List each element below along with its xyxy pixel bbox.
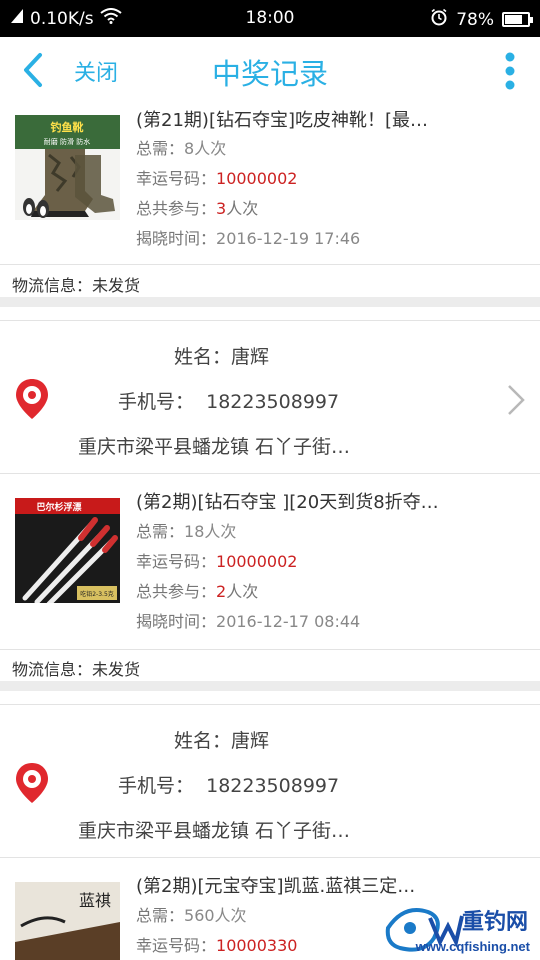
need-row: 总需：8人次 <box>136 139 227 158</box>
record-card[interactable]: 钓鱼靴 耐磨 防滑 防水 (第21期)[钻石夺宝]吃皮神靴！[最… 总需：8人次… <box>0 103 540 298</box>
battery-icon <box>502 12 533 27</box>
nav-bar: 关闭 中奖记录 <box>0 37 540 103</box>
more-menu-button[interactable] <box>502 49 518 93</box>
product-image-subcaption: 耐磨 防滑 防水 <box>44 137 90 146</box>
product-image-caption: 巴尔杉浮漂 <box>36 501 81 513</box>
product-image: 蓝祺 <box>15 882 120 960</box>
alarm-icon <box>430 8 448 31</box>
product-image-subcaption: 吃铅2-3.5克 <box>80 590 114 598</box>
recipient-name: 姓名：唐辉 <box>174 730 270 752</box>
recipient-name: 姓名：唐辉 <box>174 346 270 368</box>
divider <box>0 264 540 265</box>
recipient-phone: 手机号： 18223508997 <box>118 775 340 797</box>
location-pin-icon <box>14 761 50 805</box>
recipient-phone: 手机号： 18223508997 <box>118 391 340 413</box>
divider <box>0 649 540 650</box>
need-row: 总需：18人次 <box>136 522 237 541</box>
watermark-brand: 重钓网 <box>461 910 528 935</box>
address-card[interactable]: 姓名：唐辉 手机号： 18223508997 重庆市梁平县蟠龙镇 石丫子街… <box>0 320 540 472</box>
product-image: 钓鱼靴 耐磨 防滑 防水 <box>15 115 120 220</box>
total-join-row: 总共参与：3人次 <box>136 199 259 218</box>
section-gap <box>0 681 540 691</box>
lucky-number-row: 幸运号码：10000330 <box>136 936 298 955</box>
site-watermark: 重钓网 www.cqfishing.net <box>380 892 540 960</box>
page-title: 中奖记录 <box>211 57 328 91</box>
product-image: 巴尔杉浮漂 吃铅2-3.5克 <box>15 498 120 603</box>
product-title[interactable]: (第21期)[钻石夺宝]吃皮神靴！[最… <box>136 106 476 132</box>
location-pin-icon <box>14 377 50 421</box>
logistics-info: 物流信息：未发货 <box>12 276 141 295</box>
total-join-row: 总共参与：2人次 <box>136 582 259 601</box>
address-card[interactable]: 姓名：唐辉 手机号： 18223508997 重庆市梁平县蟠龙镇 石丫子街… <box>0 704 540 856</box>
product-image-caption: 钓鱼靴 <box>51 120 84 134</box>
recipient-address: 重庆市梁平县蟠龙镇 石丫子街… <box>78 436 351 458</box>
record-card[interactable]: 巴尔杉浮漂 吃铅2-3.5克 (第2期)[钻石夺宝 ][20天到货8折夺… 总需… <box>0 473 540 681</box>
product-title[interactable]: (第2期)[钻石夺宝 ][20天到货8折夺… <box>136 488 476 514</box>
status-right: 78% <box>430 8 533 31</box>
section-gap <box>0 297 540 307</box>
more-vertical-icon <box>505 52 515 90</box>
watermark-url: www.cqfishing.net <box>415 939 530 954</box>
logistics-info: 物流信息：未发货 <box>12 660 141 679</box>
reveal-time-row: 揭晓时间：2016-12-17 08:44 <box>136 612 361 631</box>
product-image-caption: 蓝祺 <box>79 891 111 910</box>
need-row: 总需：560人次 <box>136 906 247 925</box>
battery-fill <box>505 15 523 24</box>
battery-percent: 78% <box>456 9 494 30</box>
chevron-right-icon[interactable] <box>506 384 526 416</box>
lucky-number-row: 幸运号码：10000002 <box>136 552 298 571</box>
status-bar: 0.10K/s 18:00 78% <box>0 0 540 37</box>
lucky-number-row: 幸运号码：10000002 <box>136 169 298 188</box>
reveal-time-row: 揭晓时间：2016-12-19 17:46 <box>136 229 361 248</box>
recipient-address: 重庆市梁平县蟠龙镇 石丫子街… <box>78 820 351 842</box>
